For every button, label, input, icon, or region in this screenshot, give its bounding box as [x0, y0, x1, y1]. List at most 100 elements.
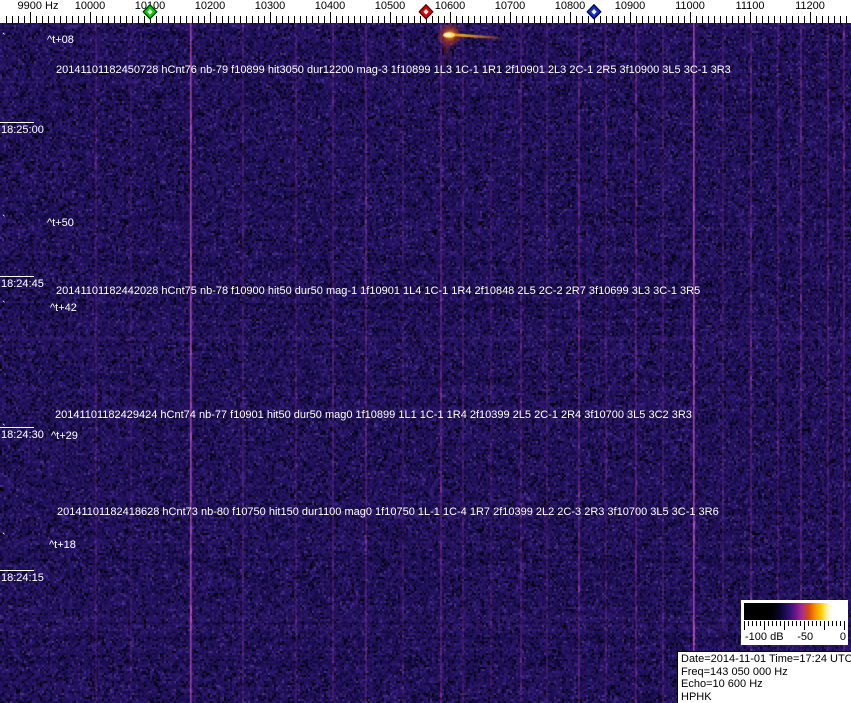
ruler-tick: [216, 16, 217, 23]
ruler-tick: [780, 16, 781, 23]
event-time-offset-label: ^t+50: [47, 217, 74, 229]
colorbar-ticks: [744, 621, 845, 630]
colorbar-label-max: 0: [839, 631, 846, 643]
info-station-line: HPHK: [681, 690, 712, 703]
detection-info-line: 20141101182418628 hCnt73 nb-80 f10750 hi…: [57, 506, 719, 518]
colorbar-tick: [816, 621, 817, 626]
ruler-tick: [636, 16, 637, 23]
ruler-tick: [198, 16, 199, 23]
colorbar-tick: [752, 621, 753, 626]
frequency-scale-label: 11000: [675, 0, 705, 12]
ruler-tick: [312, 16, 313, 23]
ruler-tick: [282, 16, 283, 23]
frequency-ruler[interactable]: 9900 Hz100001010010200103001040010500106…: [0, 0, 851, 23]
ruler-tick: [270, 12, 271, 23]
ruler-tick: [48, 16, 49, 23]
edge-tick: `: [2, 423, 6, 435]
ruler-tick: [114, 16, 115, 23]
ruler-tick: [756, 16, 757, 23]
spectrogram-window: 9900 Hz100001010010200103001040010500106…: [0, 0, 851, 703]
ruler-tick: [570, 12, 571, 23]
ruler-tick: [534, 16, 535, 23]
colorbar-tick: [800, 621, 801, 626]
ruler-tick: [720, 16, 721, 23]
colorbar-label-mid: -50: [797, 631, 814, 643]
ruler-tick: [714, 16, 715, 23]
marker-diamond-green-icon[interactable]: [142, 3, 158, 25]
ruler-tick: [84, 16, 85, 23]
frequency-scale-label: 10300: [254, 0, 286, 12]
frequency-scale-label: 11200: [795, 0, 825, 12]
colorbar-tick: [840, 621, 841, 626]
ruler-tick: [540, 16, 541, 23]
ruler-tick: [738, 16, 739, 23]
colorbar-tick: [784, 621, 785, 630]
ruler-tick: [294, 16, 295, 23]
ruler-tick: [474, 16, 475, 23]
colorbar-tick: [832, 621, 833, 626]
edge-tick: `: [2, 32, 6, 44]
ruler-tick: [72, 16, 73, 23]
ruler-tick: [816, 16, 817, 23]
ruler-tick: [246, 16, 247, 23]
ruler-tick: [486, 16, 487, 23]
ruler-tick: [24, 16, 25, 23]
ruler-tick: [654, 16, 655, 23]
frequency-scale-label: 10400: [314, 0, 346, 12]
ruler-tick: [792, 16, 793, 23]
waterfall-display[interactable]: [0, 23, 851, 703]
info-date-line: Date=2014-11-01 Time=17:24 UTC: [681, 653, 851, 665]
ruler-tick: [678, 16, 679, 23]
marker-diamond-red-icon[interactable]: [418, 3, 434, 25]
ruler-tick: [522, 16, 523, 23]
detection-info-line: 20141101182442028 hCnt75 nb-78 f10900 hi…: [56, 285, 701, 297]
colorbar-tick: [792, 621, 793, 626]
frequency-scale-label: 10800: [554, 0, 586, 12]
ruler-tick: [492, 16, 493, 23]
ruler-tick: [450, 12, 451, 23]
ruler-tick: [66, 16, 67, 23]
colorbar-tick: [820, 621, 821, 626]
ruler-tick: [558, 16, 559, 23]
colorbar-tick: [788, 621, 789, 626]
status-info-box: Date=2014-11-01 Time=17:24 UTC Freq=143 …: [677, 651, 851, 703]
ruler-tick: [510, 12, 511, 23]
ruler-tick: [324, 16, 325, 23]
colorbar-tick: [796, 621, 797, 626]
ruler-tick: [666, 16, 667, 23]
time-label: 18:24:30: [1, 429, 44, 441]
frequency-scale-label: 9900 Hz: [17, 0, 59, 12]
colorbar-tick: [748, 621, 749, 626]
ruler-tick: [306, 16, 307, 23]
ruler-tick: [222, 16, 223, 23]
ruler-tick: [456, 16, 457, 23]
ruler-tick: [120, 16, 121, 23]
ruler-tick: [276, 16, 277, 23]
ruler-tick: [258, 16, 259, 23]
ruler-tick: [498, 16, 499, 23]
ruler-tick: [18, 16, 19, 23]
colorbar-tick: [808, 621, 809, 626]
frequency-scale-label: 10900: [614, 0, 646, 12]
ruler-tick: [126, 16, 127, 23]
ruler-tick: [36, 16, 37, 23]
colorbar-tick: [776, 621, 777, 626]
ruler-tick: [630, 12, 631, 23]
ruler-tick: [348, 16, 349, 23]
event-time-offset-label: ^t+08: [47, 34, 74, 46]
time-axis-tick: [0, 276, 34, 277]
ruler-tick: [804, 16, 805, 23]
ruler-tick: [300, 16, 301, 23]
colorbar-tick: [764, 621, 765, 630]
info-echo-line: Echo=10 600 Hz: [681, 678, 763, 690]
marker-diamond-blue-icon[interactable]: [586, 3, 602, 25]
frequency-scale-label: 10000: [74, 0, 106, 12]
frequency-scale-label: 10200: [194, 0, 226, 12]
frequency-scale-label: 11100: [735, 0, 765, 12]
ruler-tick: [210, 12, 211, 23]
colorbar-tick: [836, 621, 837, 626]
ruler-tick: [96, 16, 97, 23]
ruler-tick: [648, 16, 649, 23]
detection-info-line: 20141101182429424 hCnt74 nb-77 f10901 hi…: [55, 409, 692, 421]
ruler-tick: [618, 16, 619, 23]
